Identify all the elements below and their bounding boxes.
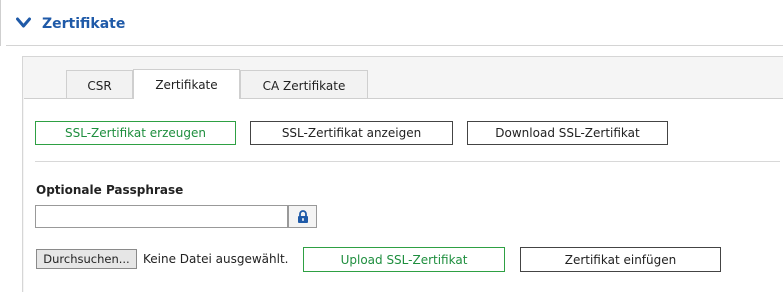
tab-zertifikate[interactable]: Zertifikate xyxy=(133,69,240,99)
tab-ca-zertifikate[interactable]: CA Zertifikate xyxy=(240,70,368,100)
section-title[interactable]: Zertifikate xyxy=(42,16,125,32)
tab-zertifikate-label: Zertifikate xyxy=(155,77,218,92)
passphrase-lock-button[interactable] xyxy=(288,205,317,228)
upload-ssl-certificate-button[interactable]: Upload SSL-Zertifikat xyxy=(303,247,505,272)
tab-csr-label: CSR xyxy=(87,78,112,93)
section-header[interactable]: Zertifikate xyxy=(0,0,783,46)
show-ssl-certificate-button[interactable]: SSL-Zertifikat anzeigen xyxy=(250,121,453,145)
lock-icon xyxy=(297,209,308,223)
passphrase-label: Optionale Passphrase xyxy=(36,183,184,197)
file-status-text: Keine Datei ausgewählt. xyxy=(143,252,289,266)
header-edge xyxy=(0,0,6,46)
chevron-down-icon[interactable] xyxy=(16,17,31,29)
divider xyxy=(35,161,780,162)
tab-csr[interactable]: CSR xyxy=(66,70,133,100)
passphrase-input[interactable] xyxy=(35,205,288,228)
generate-ssl-certificate-button[interactable]: SSL-Zertifikat erzeugen xyxy=(35,121,236,145)
insert-certificate-button[interactable]: Zertifikat einfügen xyxy=(520,247,721,272)
download-ssl-certificate-button[interactable]: Download SSL-Zertifikat xyxy=(467,121,668,145)
browse-file-button[interactable]: Durchsuchen... xyxy=(36,249,137,269)
tab-ca-zertifikate-label: CA Zertifikate xyxy=(262,78,346,93)
